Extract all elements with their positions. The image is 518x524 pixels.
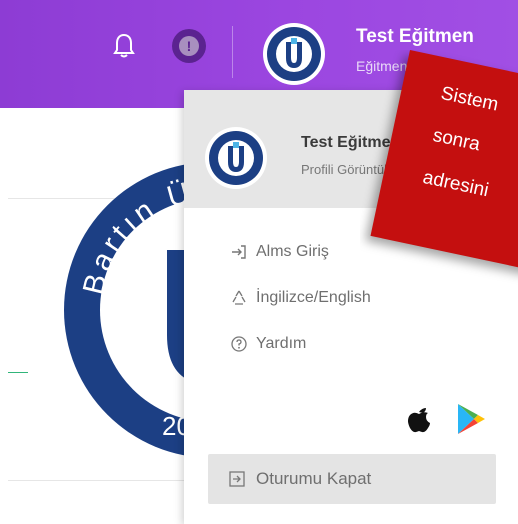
user-name[interactable]: Test Eğitmen [356, 26, 474, 48]
menu-item-label: İngilizce/English [256, 289, 371, 306]
menu-item-help[interactable]: Yardım [230, 332, 306, 356]
accent-line [8, 372, 28, 373]
logout-label: Oturumu Kapat [256, 469, 372, 488]
user-avatar[interactable] [262, 22, 326, 86]
divider [8, 480, 184, 481]
navbar-divider [232, 26, 233, 78]
profile-avatar [205, 127, 267, 189]
alert-icon[interactable]: ! [172, 29, 206, 63]
exclamation-icon: ! [179, 36, 199, 56]
logout-button[interactable]: Oturumu Kapat [208, 454, 496, 504]
login-icon [232, 245, 246, 259]
menu-item-label: Alms Giriş [256, 243, 329, 260]
apple-icon[interactable] [402, 402, 436, 436]
play-store-icon[interactable] [454, 402, 488, 436]
help-icon [231, 336, 247, 352]
notification-banner[interactable]: Sistem sonra adresini [360, 50, 518, 290]
logout-icon [229, 471, 245, 487]
recycle-icon [232, 290, 246, 305]
menu-item-language[interactable]: İngilizce/English [230, 286, 371, 310]
menu-item-alms-login[interactable]: Alms Giriş [230, 240, 329, 264]
menu-item-label: Yardım [256, 335, 307, 352]
bell-icon[interactable] [112, 33, 136, 59]
